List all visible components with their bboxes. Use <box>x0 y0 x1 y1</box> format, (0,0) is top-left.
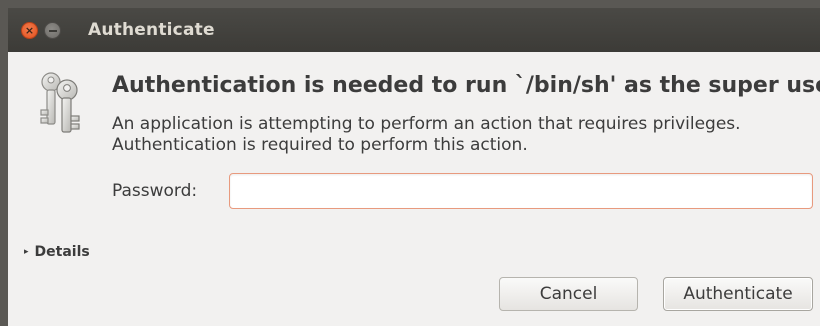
close-icon: × <box>24 24 35 37</box>
keys-icon <box>34 66 86 136</box>
details-expander[interactable]: ▸ Details <box>24 244 90 260</box>
dialog-message: An application is attempting to perform … <box>112 114 741 155</box>
dialog-heading: Authentication is needed to run `/bin/sh… <box>112 73 820 98</box>
title-bar[interactable]: × Authenticate <box>8 8 820 52</box>
details-label: Details <box>34 244 90 260</box>
minimize-icon <box>48 29 57 32</box>
cancel-button[interactable]: Cancel <box>499 277 638 311</box>
authenticate-button[interactable]: Authenticate <box>663 277 813 311</box>
authenticate-dialog: × Authenticate Authentication is needed … <box>8 8 820 326</box>
close-button[interactable]: × <box>21 22 38 39</box>
password-label: Password: <box>112 181 198 201</box>
expander-arrow-icon: ▸ <box>24 247 29 257</box>
minimize-button[interactable] <box>44 22 61 39</box>
password-input[interactable] <box>229 173 813 209</box>
window-title: Authenticate <box>88 20 215 40</box>
